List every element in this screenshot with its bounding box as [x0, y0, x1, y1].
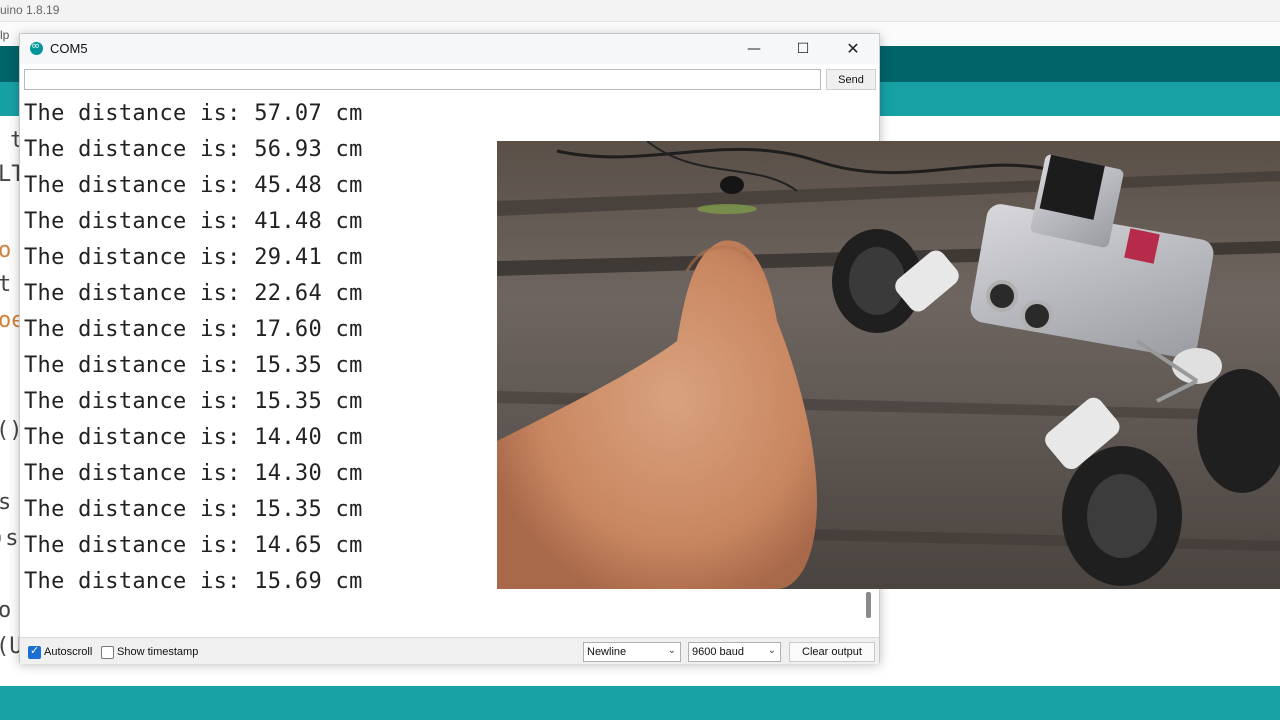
baud-rate-select[interactable]: 9600 baud ⌄ — [688, 642, 781, 662]
output-line: The distance is: 29.41 cm — [24, 245, 363, 270]
output-line: The distance is: 14.40 cm — [24, 425, 363, 450]
monitor-bottom-bar: Autoscroll Show timestamp Newline ⌄ 9600… — [20, 637, 879, 664]
code-fragment: )s — [0, 526, 19, 551]
output-line: The distance is: 14.30 cm — [24, 461, 363, 486]
output-line: The distance is: 56.93 cm — [24, 137, 363, 162]
output-line: The distance is: 57.07 cm — [24, 101, 363, 126]
output-line: The distance is: 15.35 cm — [24, 389, 363, 414]
code-fragment: t — [0, 272, 12, 297]
baud-rate-value: 9600 baud — [692, 646, 744, 658]
monitor-title: COM5 — [50, 41, 88, 56]
minimize-icon[interactable]: — — [731, 34, 777, 64]
output-line: The distance is: 15.69 cm — [24, 569, 363, 594]
output-line: The distance is: 17.60 cm — [24, 317, 363, 342]
autoscroll-label: Autoscroll — [44, 646, 93, 658]
output-scrollbar-thumb[interactable] — [866, 592, 871, 618]
line-ending-select[interactable]: Newline ⌄ — [583, 642, 681, 662]
code-fragment: s — [0, 490, 12, 515]
code-fragment: o — [0, 238, 12, 263]
line-ending-value: Newline — [587, 646, 627, 658]
output-line: The distance is: 41.48 cm — [24, 209, 363, 234]
chevron-down-icon: ⌄ — [767, 645, 776, 656]
timestamp-checkbox[interactable] — [101, 646, 114, 659]
output-line: The distance is: 14.65 cm — [24, 533, 363, 558]
robot-hand-scene — [497, 141, 1280, 589]
maximize-icon[interactable]: ☐ — [780, 34, 826, 64]
chevron-down-icon: ⌄ — [667, 645, 676, 656]
send-button[interactable]: Send — [826, 69, 876, 90]
close-icon[interactable]: ✕ — [830, 34, 876, 64]
ide-status-bar — [0, 686, 1280, 720]
monitor-title-bar[interactable]: COM5 — ☐ ✕ — [20, 34, 879, 64]
serial-send-input[interactable] — [24, 69, 821, 90]
output-line: The distance is: 15.35 cm — [24, 353, 363, 378]
clear-output-button[interactable]: Clear output — [789, 642, 875, 662]
video-overlay — [497, 141, 1280, 589]
code-fragment: o — [0, 598, 12, 623]
ide-title-text: uino 1.8.19 — [0, 3, 60, 17]
ide-menu-help[interactable]: lp — [0, 28, 9, 42]
timestamp-label: Show timestamp — [117, 646, 199, 658]
autoscroll-checkbox[interactable] — [28, 644, 41, 659]
output-line: The distance is: 15.35 cm — [24, 497, 363, 522]
output-line: The distance is: 45.48 cm — [24, 173, 363, 198]
arduino-logo-icon — [30, 39, 43, 55]
ide-title-bar: uino 1.8.19 — [0, 0, 1280, 22]
output-line: The distance is: 22.64 cm — [24, 281, 363, 306]
